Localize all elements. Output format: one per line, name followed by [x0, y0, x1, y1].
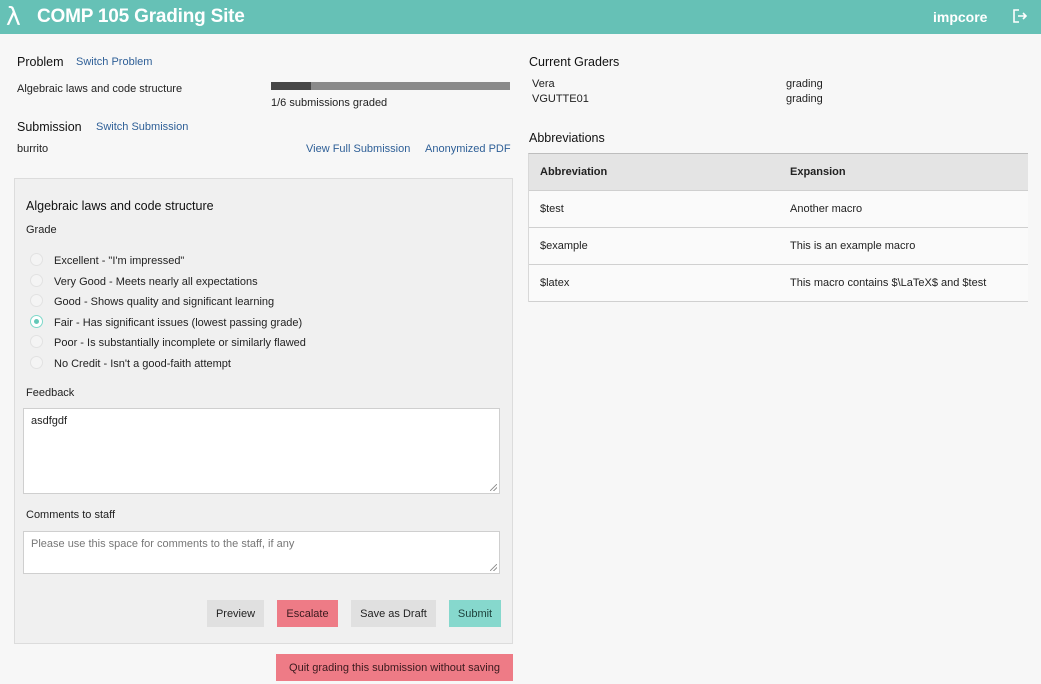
grade-option-label[interactable]: Poor - Is substantially incomplete or si… — [54, 337, 306, 349]
anonymized-pdf-link[interactable]: Anonymized PDF — [425, 143, 511, 155]
site-title[interactable]: COMP 105 Grading Site — [37, 6, 245, 28]
expansion-cell: Another macro — [790, 203, 863, 215]
grade-option-label[interactable]: Good - Shows quality and significant lea… — [54, 296, 274, 308]
submission-heading: Submission — [17, 120, 82, 134]
grade-radio[interactable] — [30, 335, 43, 348]
grader-status: grading — [786, 93, 823, 105]
feedback-textarea[interactable]: asdfgdf — [23, 408, 500, 494]
feedback-value: asdfgdf — [31, 415, 68, 427]
feedback-label: Feedback — [26, 387, 75, 399]
grade-option-label[interactable]: Very Good - Meets nearly all expectation… — [54, 276, 258, 288]
grader-status: grading — [786, 78, 823, 90]
form-title: Algebraic laws and code structure — [26, 199, 214, 213]
grade-radio[interactable] — [30, 294, 43, 307]
grade-option-label[interactable]: No Credit - Isn't a good-faith attempt — [54, 358, 231, 370]
column-header-abbreviation: Abbreviation — [540, 166, 608, 178]
table-header-row: Abbreviation Expansion — [529, 154, 1028, 191]
progress-text: 1/6 submissions graded — [271, 97, 388, 109]
quit-without-saving-button[interactable]: Quit grading this submission without sav… — [276, 654, 513, 681]
comments-placeholder: Please use this space for comments to th… — [31, 538, 295, 550]
view-full-submission-link[interactable]: View Full Submission — [306, 143, 410, 155]
grading-progress-bar — [271, 82, 510, 90]
switch-problem-link[interactable]: Switch Problem — [76, 56, 152, 68]
lambda-logo-icon: λ — [6, 2, 21, 31]
logout-icon[interactable] — [1012, 8, 1028, 24]
grading-progress-fill — [271, 82, 311, 90]
grading-form-panel: Algebraic laws and code structure Grade … — [14, 178, 513, 644]
column-header-expansion: Expansion — [790, 166, 846, 178]
grade-radio[interactable] — [30, 314, 43, 328]
comments-label: Comments to staff — [26, 509, 116, 521]
submit-button[interactable]: Submit — [449, 600, 501, 627]
table-row: $test Another macro — [529, 191, 1028, 228]
switch-submission-link[interactable]: Switch Submission — [96, 121, 188, 133]
abbreviation-cell: $example — [540, 240, 588, 252]
top-bar: λ COMP 105 Grading Site impcore — [0, 0, 1041, 34]
grader-name: VGUTTE01 — [532, 93, 589, 105]
abbreviations-table: Abbreviation Expansion $test Another mac… — [528, 153, 1028, 302]
grade-radio[interactable] — [30, 273, 43, 287]
escalate-button[interactable]: Escalate — [277, 600, 338, 627]
expansion-cell: This is an example macro — [790, 240, 916, 252]
grade-label: Grade — [26, 224, 57, 236]
abbreviation-cell: $latex — [540, 277, 570, 289]
submission-name: burrito — [17, 143, 49, 155]
grade-option-label[interactable]: Excellent - "I'm impressed" — [54, 255, 184, 267]
current-graders-heading: Current Graders — [529, 55, 620, 69]
resize-grip-icon[interactable] — [490, 484, 497, 491]
abbreviations-heading: Abbreviations — [529, 131, 605, 145]
grade-radio[interactable] — [30, 253, 43, 266]
resize-grip-icon[interactable] — [490, 564, 497, 571]
comments-textarea[interactable]: Please use this space for comments to th… — [23, 531, 500, 574]
problem-name: Algebraic laws and code structure — [17, 83, 183, 95]
grade-option-label[interactable]: Fair - Has significant issues (lowest pa… — [54, 317, 302, 329]
abbreviation-cell: $test — [540, 203, 564, 215]
preview-button[interactable]: Preview — [207, 600, 264, 627]
expansion-cell: This macro contains $\LaTeX$ and $test — [790, 277, 987, 289]
course-name[interactable]: impcore — [933, 9, 987, 25]
grade-radio[interactable] — [30, 355, 43, 369]
problem-heading: Problem — [17, 55, 64, 69]
save-draft-button[interactable]: Save as Draft — [351, 600, 436, 627]
grader-name: Vera — [532, 78, 555, 90]
table-row: $example This is an example macro — [529, 228, 1028, 265]
table-row: $latex This macro contains $\LaTeX$ and … — [529, 265, 1028, 302]
